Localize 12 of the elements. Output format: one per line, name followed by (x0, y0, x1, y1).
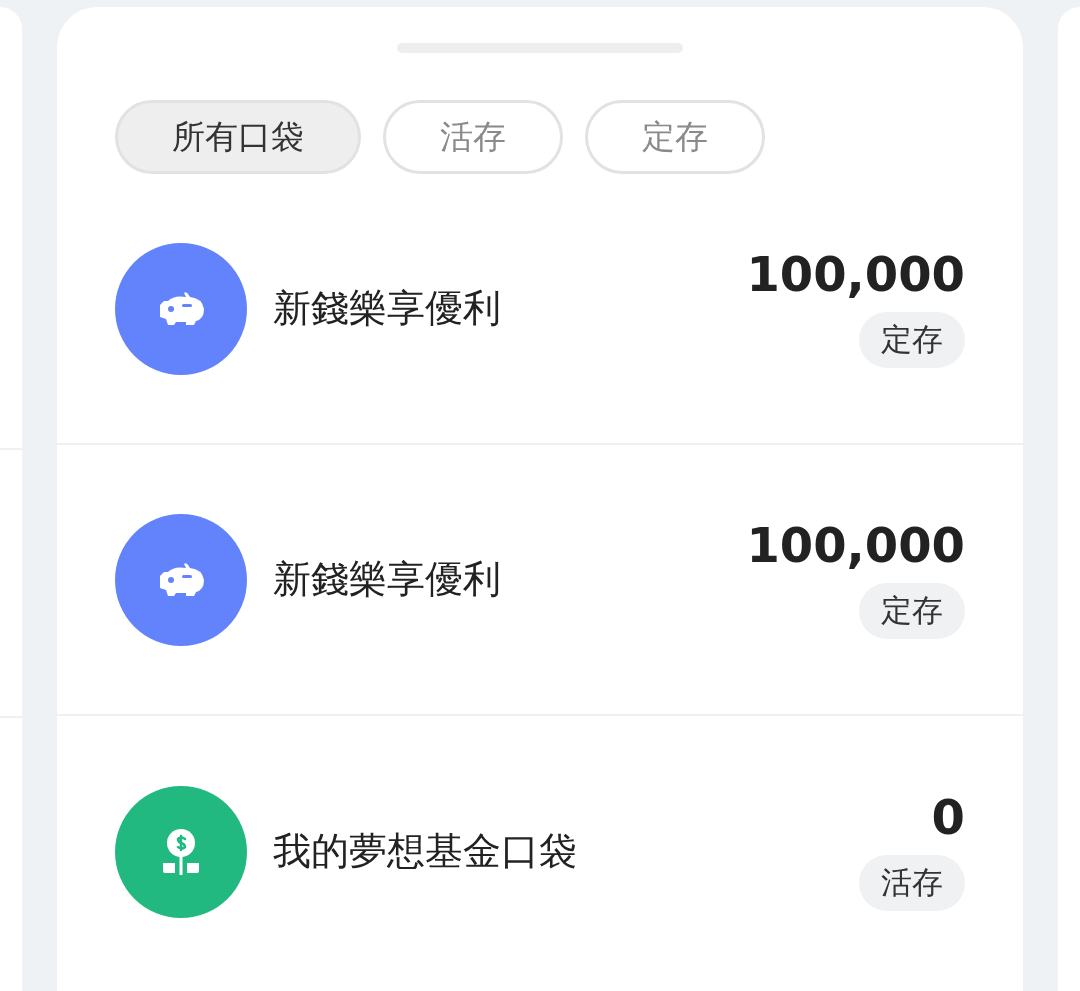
filter-chip[interactable]: 活存 (383, 100, 563, 174)
pocket-type-tag: 定存 (859, 311, 965, 368)
pocket-amount: 100,000 (746, 249, 965, 298)
pocket-name: 新錢樂享優利 (273, 556, 502, 603)
filter-chip[interactable]: 定存 (585, 100, 765, 174)
pocket-amount: 100,000 (746, 520, 965, 569)
pocket-name: 新錢樂享優利 (273, 285, 502, 332)
pocket-amount: 0 (931, 792, 965, 841)
pocket-type-tag: 活存 (859, 854, 965, 911)
pocket-type-tag: 定存 (859, 582, 965, 639)
filter-chip[interactable]: 所有口袋 (115, 100, 361, 174)
pocket-name: 我的夢想基金口袋 (273, 828, 578, 875)
